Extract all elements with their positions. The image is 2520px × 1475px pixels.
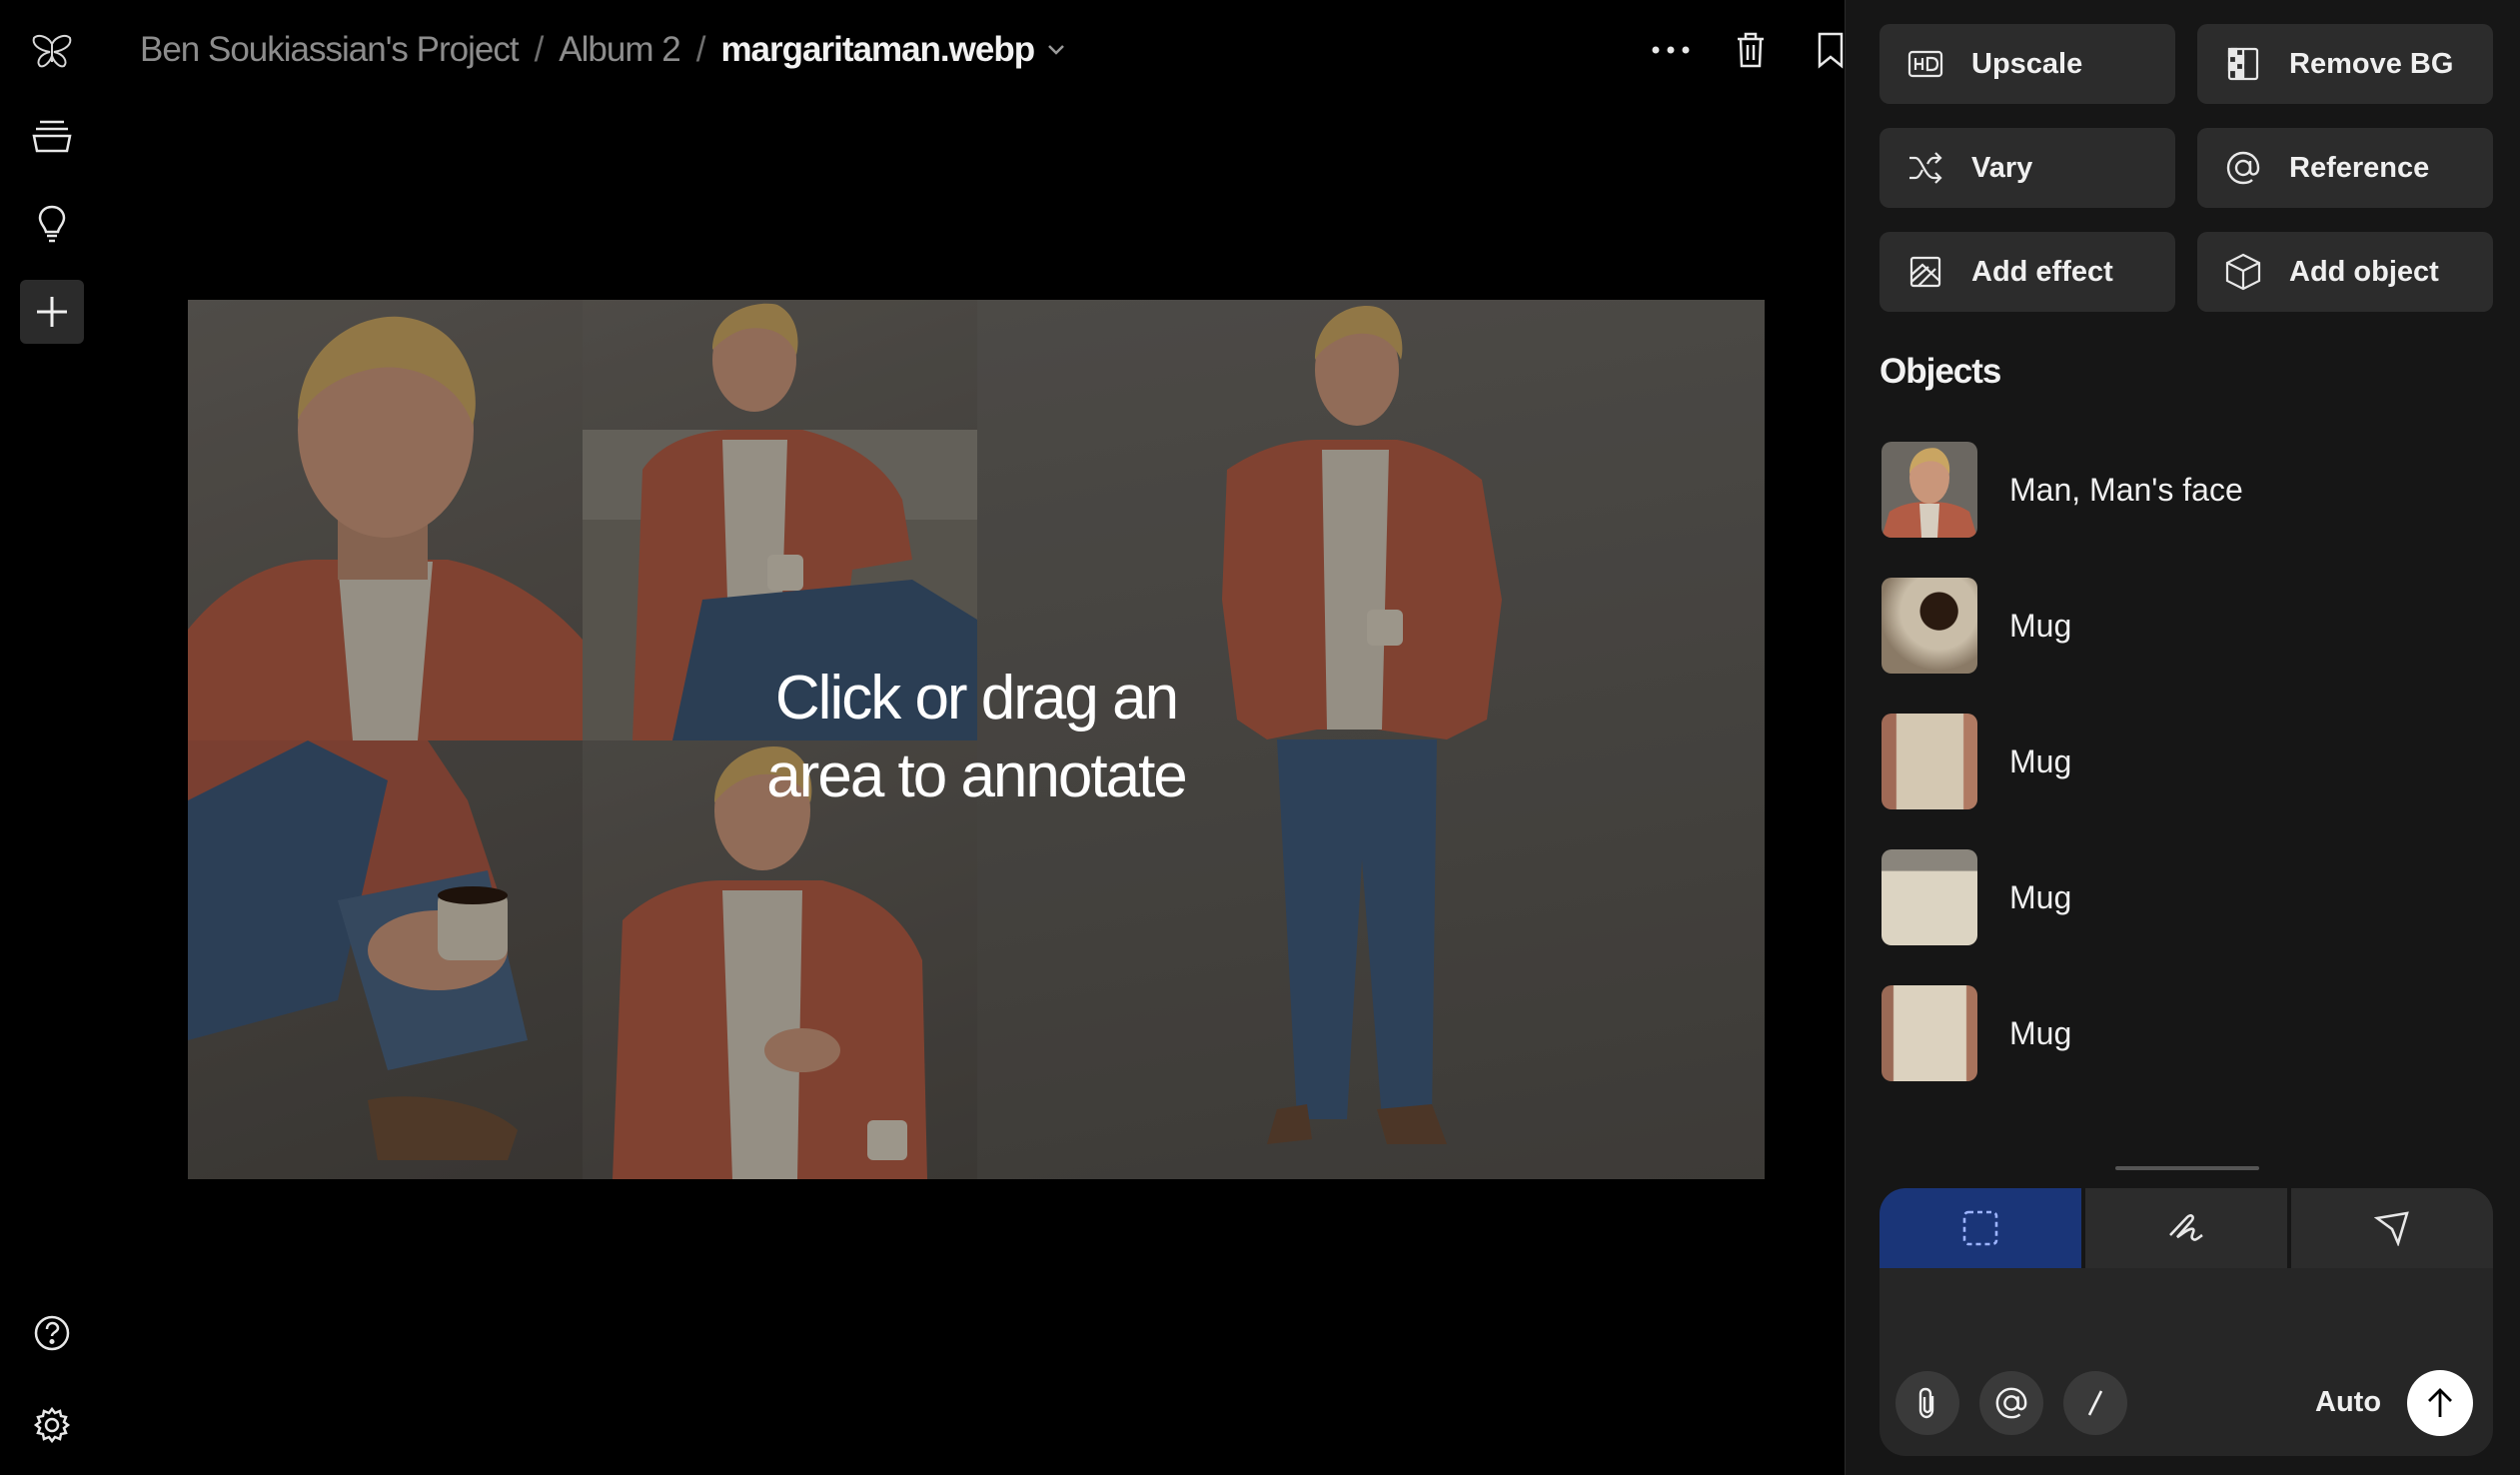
object-item-mug[interactable]: Mug bbox=[1882, 714, 2071, 809]
breadcrumb-file[interactable]: margaritaman.webp bbox=[720, 30, 1035, 70]
object-item-mug[interactable]: Mug bbox=[1882, 578, 2071, 674]
remove-bg-button[interactable]: Remove BG bbox=[2197, 24, 2493, 104]
plus-icon[interactable] bbox=[20, 280, 84, 344]
vary-label: Vary bbox=[1971, 151, 2033, 184]
object-item-mug[interactable]: Mug bbox=[1882, 985, 2071, 1081]
image-canvas[interactable]: Click or drag an area to annotate bbox=[188, 300, 1765, 1179]
stack-icon[interactable] bbox=[20, 104, 84, 168]
attach-button[interactable] bbox=[1895, 1371, 1959, 1435]
add-object-button[interactable]: Add object bbox=[2197, 232, 2493, 312]
reference-button[interactable]: Reference bbox=[2197, 128, 2493, 208]
select-area-mode-button[interactable] bbox=[1880, 1188, 2081, 1268]
freehand-draw-icon bbox=[2169, 1214, 2203, 1241]
at-sign-icon bbox=[1995, 1387, 2027, 1419]
more-horizontal-icon[interactable] bbox=[1651, 30, 1691, 70]
add-effect-label: Add effect bbox=[1971, 255, 2113, 288]
lightbulb-icon[interactable] bbox=[20, 192, 84, 256]
left-rail bbox=[0, 0, 104, 1475]
breadcrumb-separator: / bbox=[695, 30, 706, 69]
object-label: Man, Man's face bbox=[2009, 471, 2243, 508]
object-label: Mug bbox=[2009, 1014, 2072, 1051]
right-panel: Upscale Remove BG Vary Reference Add eff… bbox=[1845, 0, 2520, 1475]
hd-icon bbox=[1905, 44, 1945, 84]
model-selector[interactable]: Auto bbox=[2315, 1386, 2381, 1419]
gear-icon[interactable] bbox=[20, 1393, 84, 1457]
upscale-label: Upscale bbox=[1971, 47, 2083, 80]
object-label: Mug bbox=[2009, 742, 2072, 779]
remove-bg-icon bbox=[2223, 44, 2263, 84]
object-thumbnail-mug bbox=[1882, 849, 1977, 945]
object-thumbnail-mug bbox=[1882, 985, 1977, 1081]
breadcrumb-project[interactable]: Ben Soukiassian's Project bbox=[140, 30, 520, 70]
paperclip-icon bbox=[1918, 1387, 1934, 1419]
arrow-up-icon bbox=[2428, 1388, 2452, 1417]
object-thumbnail-mug bbox=[1882, 714, 1977, 809]
object-item-man[interactable]: Man, Man's face bbox=[1882, 442, 2243, 538]
help-circle-icon[interactable] bbox=[20, 1301, 84, 1365]
slash-icon bbox=[2087, 1390, 2103, 1416]
breadcrumb-album[interactable]: Album 2 bbox=[559, 30, 680, 70]
breadcrumb: Ben Soukiassian's Project / Album 2 / ma… bbox=[140, 22, 1066, 78]
butterfly-logo-icon[interactable] bbox=[20, 20, 84, 84]
annotate-mode-tabs bbox=[1880, 1188, 2493, 1268]
vary-button[interactable]: Vary bbox=[1880, 128, 2175, 208]
effect-icon bbox=[1905, 252, 1945, 292]
object-thumbnail-mug bbox=[1882, 578, 1977, 674]
mention-button[interactable] bbox=[1979, 1371, 2043, 1435]
chevron-down-icon[interactable] bbox=[1046, 43, 1066, 57]
annotate-composer: Auto bbox=[1880, 1188, 2493, 1456]
draw-mode-button[interactable] bbox=[2085, 1188, 2287, 1268]
shuffle-icon bbox=[1905, 148, 1945, 188]
command-button[interactable] bbox=[2063, 1371, 2127, 1435]
add-effect-button[interactable]: Add effect bbox=[1880, 232, 2175, 312]
add-object-label: Add object bbox=[2289, 255, 2439, 288]
pointer-mode-button[interactable] bbox=[2291, 1188, 2493, 1268]
panel-resize-handle[interactable] bbox=[2115, 1166, 2259, 1170]
reference-label: Reference bbox=[2289, 151, 2430, 184]
object-item-mug[interactable]: Mug bbox=[1882, 849, 2071, 945]
annotate-hint-line-1: Click or drag an bbox=[774, 664, 1179, 733]
annotate-hint-line-2: area to annotate bbox=[766, 741, 1188, 810]
cube-icon bbox=[2223, 252, 2263, 292]
dashed-rectangle-icon bbox=[1962, 1210, 1998, 1246]
object-label: Mug bbox=[2009, 607, 2072, 644]
breadcrumb-separator: / bbox=[534, 30, 545, 69]
annotate-hint: Click or drag an area to annotate bbox=[188, 660, 1765, 815]
object-thumbnail-man bbox=[1882, 442, 1977, 538]
remove-bg-label: Remove BG bbox=[2289, 47, 2454, 80]
objects-heading: Objects bbox=[1880, 352, 2001, 391]
trash-icon[interactable] bbox=[1731, 30, 1771, 70]
cursor-arrow-icon bbox=[2374, 1211, 2409, 1246]
at-sign-icon bbox=[2223, 148, 2263, 188]
upscale-button[interactable]: Upscale bbox=[1880, 24, 2175, 104]
object-label: Mug bbox=[2009, 878, 2072, 915]
send-button[interactable] bbox=[2407, 1370, 2473, 1436]
